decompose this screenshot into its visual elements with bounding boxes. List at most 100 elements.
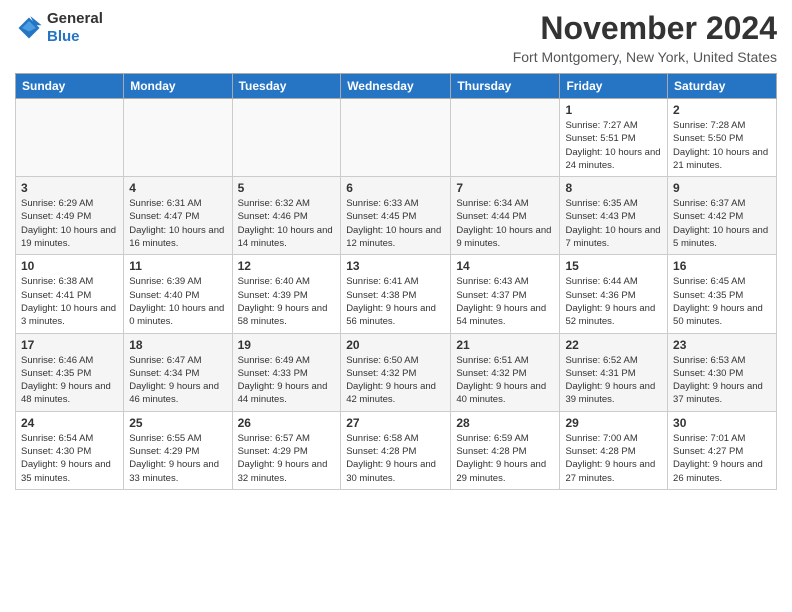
day-info: Sunrise: 6:46 AM Sunset: 4:35 PM Dayligh… xyxy=(21,354,118,407)
calendar-table: SundayMondayTuesdayWednesdayThursdayFrid… xyxy=(15,73,777,490)
day-number: 11 xyxy=(129,259,226,273)
col-header-monday: Monday xyxy=(124,74,232,99)
day-info: Sunrise: 6:47 AM Sunset: 4:34 PM Dayligh… xyxy=(129,354,226,407)
day-cell: 13 Sunrise: 6:41 AM Sunset: 4:38 PM Dayli… xyxy=(341,255,451,333)
calendar-body: 1 Sunrise: 7:27 AM Sunset: 5:51 PM Daylig… xyxy=(16,99,777,490)
day-number: 13 xyxy=(346,259,445,273)
day-number: 15 xyxy=(565,259,662,273)
day-info: Sunrise: 6:44 AM Sunset: 4:36 PM Dayligh… xyxy=(565,275,662,328)
day-cell: 23Sunrise: 6:53 AM Sunset: 4:30 PM Dayli… xyxy=(668,333,777,411)
day-number: 26 xyxy=(238,416,336,430)
day-cell: 28Sunrise: 6:59 AM Sunset: 4:28 PM Dayli… xyxy=(451,411,560,489)
day-info: Sunrise: 7:00 AM Sunset: 4:28 PM Dayligh… xyxy=(565,432,662,485)
day-cell: 12 Sunrise: 6:40 AM Sunset: 4:39 PM Dayli… xyxy=(232,255,341,333)
day-cell: 11 Sunrise: 6:39 AM Sunset: 4:40 PM Dayli… xyxy=(124,255,232,333)
page-header: General Blue November 2024 Fort Montgome… xyxy=(15,10,777,65)
title-area: November 2024 Fort Montgomery, New York,… xyxy=(513,10,777,65)
day-info: Sunrise: 6:41 AM Sunset: 4:38 PM Dayligh… xyxy=(346,275,445,328)
day-cell: 16 Sunrise: 6:45 AM Sunset: 4:35 PM Dayli… xyxy=(668,255,777,333)
day-info: Sunrise: 6:32 AM Sunset: 4:46 PM Dayligh… xyxy=(238,197,336,250)
day-info: Sunrise: 6:51 AM Sunset: 4:32 PM Dayligh… xyxy=(456,354,554,407)
day-number: 29 xyxy=(565,416,662,430)
day-info: Sunrise: 6:57 AM Sunset: 4:29 PM Dayligh… xyxy=(238,432,336,485)
col-header-thursday: Thursday xyxy=(451,74,560,99)
day-cell: 18 Sunrise: 6:47 AM Sunset: 4:34 PM Dayli… xyxy=(124,333,232,411)
logo-text: General Blue xyxy=(47,10,103,46)
day-number: 19 xyxy=(238,338,336,352)
day-info: Sunrise: 6:52 AM Sunset: 4:31 PM Dayligh… xyxy=(565,354,662,407)
day-number: 27 xyxy=(346,416,445,430)
logo: General Blue xyxy=(15,10,103,46)
day-number: 25 xyxy=(129,416,226,430)
col-header-wednesday: Wednesday xyxy=(341,74,451,99)
day-cell xyxy=(16,99,124,177)
logo-general: General xyxy=(47,10,103,27)
day-cell xyxy=(451,99,560,177)
week-row-1: 3 Sunrise: 6:29 AM Sunset: 4:49 PM Daylig… xyxy=(16,177,777,255)
location: Fort Montgomery, New York, United States xyxy=(513,49,777,65)
day-info: Sunrise: 6:34 AM Sunset: 4:44 PM Dayligh… xyxy=(456,197,554,250)
week-row-0: 1 Sunrise: 7:27 AM Sunset: 5:51 PM Daylig… xyxy=(16,99,777,177)
day-cell: 17Sunrise: 6:46 AM Sunset: 4:35 PM Dayli… xyxy=(16,333,124,411)
day-cell: 6 Sunrise: 6:33 AM Sunset: 4:45 PM Daylig… xyxy=(341,177,451,255)
day-number: 2 xyxy=(673,103,771,117)
day-number: 5 xyxy=(238,181,336,195)
day-number: 22 xyxy=(565,338,662,352)
day-info: Sunrise: 6:33 AM Sunset: 4:45 PM Dayligh… xyxy=(346,197,445,250)
day-info: Sunrise: 6:58 AM Sunset: 4:28 PM Dayligh… xyxy=(346,432,445,485)
day-number: 3 xyxy=(21,181,118,195)
calendar-header: SundayMondayTuesdayWednesdayThursdayFrid… xyxy=(16,74,777,99)
week-row-3: 17Sunrise: 6:46 AM Sunset: 4:35 PM Dayli… xyxy=(16,333,777,411)
day-cell: 19 Sunrise: 6:49 AM Sunset: 4:33 PM Dayli… xyxy=(232,333,341,411)
header-row: SundayMondayTuesdayWednesdayThursdayFrid… xyxy=(16,74,777,99)
day-cell: 9 Sunrise: 6:37 AM Sunset: 4:42 PM Daylig… xyxy=(668,177,777,255)
day-cell: 2 Sunrise: 7:28 AM Sunset: 5:50 PM Daylig… xyxy=(668,99,777,177)
day-info: Sunrise: 6:45 AM Sunset: 4:35 PM Dayligh… xyxy=(673,275,771,328)
logo-icon xyxy=(15,14,43,42)
day-number: 6 xyxy=(346,181,445,195)
day-number: 16 xyxy=(673,259,771,273)
day-number: 9 xyxy=(673,181,771,195)
week-row-2: 10Sunrise: 6:38 AM Sunset: 4:41 PM Dayli… xyxy=(16,255,777,333)
day-number: 1 xyxy=(565,103,662,117)
day-number: 18 xyxy=(129,338,226,352)
day-cell xyxy=(124,99,232,177)
day-cell xyxy=(341,99,451,177)
day-cell: 29 Sunrise: 7:00 AM Sunset: 4:28 PM Dayli… xyxy=(560,411,668,489)
day-info: Sunrise: 6:31 AM Sunset: 4:47 PM Dayligh… xyxy=(129,197,226,250)
day-info: Sunrise: 6:39 AM Sunset: 4:40 PM Dayligh… xyxy=(129,275,226,328)
day-info: Sunrise: 6:29 AM Sunset: 4:49 PM Dayligh… xyxy=(21,197,118,250)
day-info: Sunrise: 7:28 AM Sunset: 5:50 PM Dayligh… xyxy=(673,119,771,172)
day-cell: 5 Sunrise: 6:32 AM Sunset: 4:46 PM Daylig… xyxy=(232,177,341,255)
day-number: 10 xyxy=(21,259,118,273)
day-info: Sunrise: 6:55 AM Sunset: 4:29 PM Dayligh… xyxy=(129,432,226,485)
day-cell: 24Sunrise: 6:54 AM Sunset: 4:30 PM Dayli… xyxy=(16,411,124,489)
day-info: Sunrise: 6:37 AM Sunset: 4:42 PM Dayligh… xyxy=(673,197,771,250)
day-number: 20 xyxy=(346,338,445,352)
col-header-tuesday: Tuesday xyxy=(232,74,341,99)
day-info: Sunrise: 6:59 AM Sunset: 4:28 PM Dayligh… xyxy=(456,432,554,485)
day-cell: 15 Sunrise: 6:44 AM Sunset: 4:36 PM Dayli… xyxy=(560,255,668,333)
day-cell: 4 Sunrise: 6:31 AM Sunset: 4:47 PM Daylig… xyxy=(124,177,232,255)
day-cell: 25 Sunrise: 6:55 AM Sunset: 4:29 PM Dayli… xyxy=(124,411,232,489)
day-info: Sunrise: 6:40 AM Sunset: 4:39 PM Dayligh… xyxy=(238,275,336,328)
day-info: Sunrise: 6:49 AM Sunset: 4:33 PM Dayligh… xyxy=(238,354,336,407)
day-number: 8 xyxy=(565,181,662,195)
day-cell xyxy=(232,99,341,177)
day-number: 12 xyxy=(238,259,336,273)
day-info: Sunrise: 7:27 AM Sunset: 5:51 PM Dayligh… xyxy=(565,119,662,172)
day-cell: 3 Sunrise: 6:29 AM Sunset: 4:49 PM Daylig… xyxy=(16,177,124,255)
day-info: Sunrise: 6:43 AM Sunset: 4:37 PM Dayligh… xyxy=(456,275,554,328)
day-info: Sunrise: 6:53 AM Sunset: 4:30 PM Dayligh… xyxy=(673,354,771,407)
day-number: 21 xyxy=(456,338,554,352)
day-info: Sunrise: 7:01 AM Sunset: 4:27 PM Dayligh… xyxy=(673,432,771,485)
day-info: Sunrise: 6:50 AM Sunset: 4:32 PM Dayligh… xyxy=(346,354,445,407)
day-number: 24 xyxy=(21,416,118,430)
day-cell: 10Sunrise: 6:38 AM Sunset: 4:41 PM Dayli… xyxy=(16,255,124,333)
day-number: 4 xyxy=(129,181,226,195)
day-cell: 21 Sunrise: 6:51 AM Sunset: 4:32 PM Dayli… xyxy=(451,333,560,411)
col-header-friday: Friday xyxy=(560,74,668,99)
day-cell: 20 Sunrise: 6:50 AM Sunset: 4:32 PM Dayli… xyxy=(341,333,451,411)
day-cell: 26 Sunrise: 6:57 AM Sunset: 4:29 PM Dayli… xyxy=(232,411,341,489)
day-cell: 1 Sunrise: 7:27 AM Sunset: 5:51 PM Daylig… xyxy=(560,99,668,177)
